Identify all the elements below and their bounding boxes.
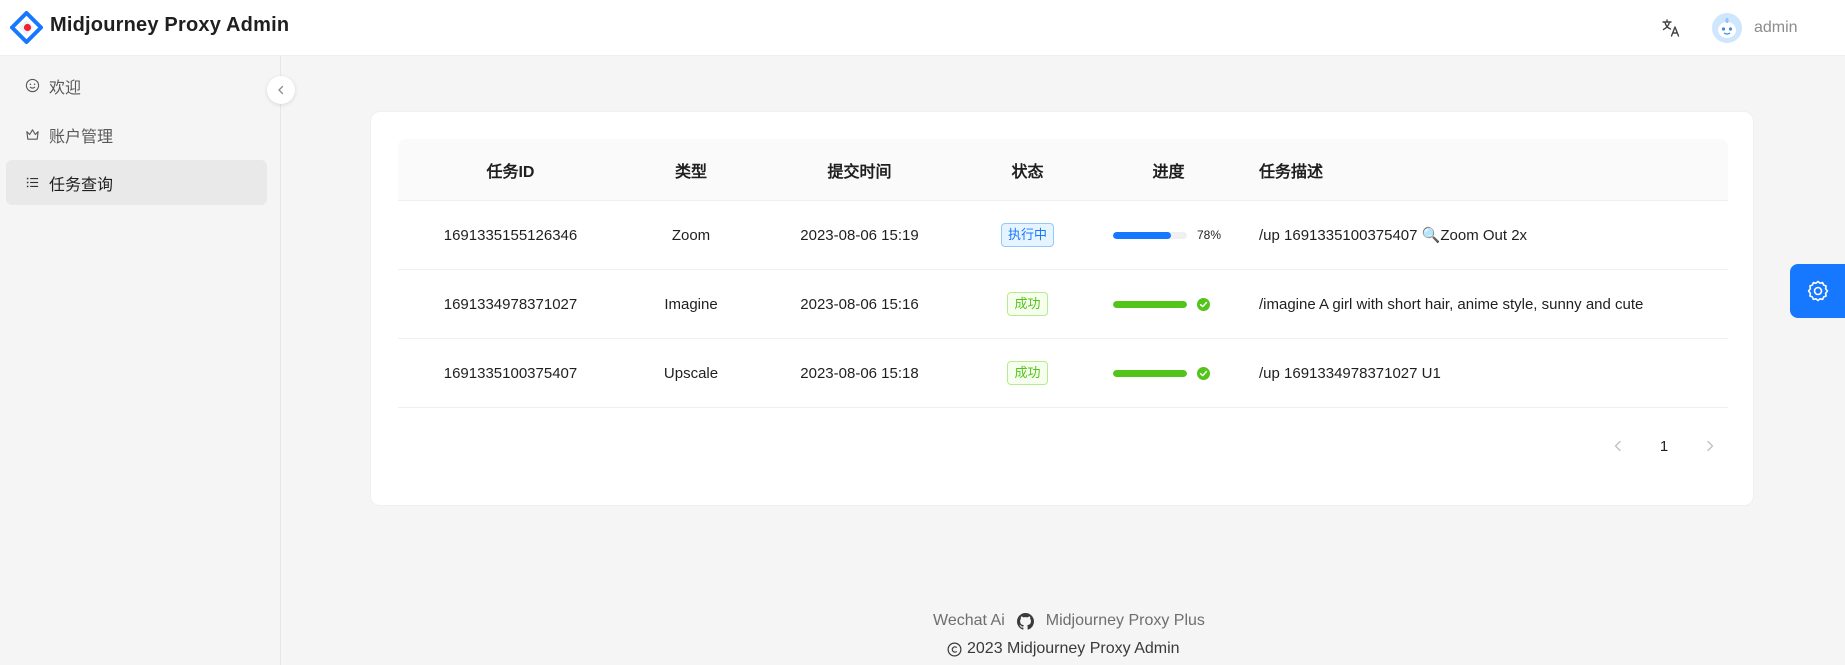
table-header: 任务ID 类型 提交时间 状态 进度 任务描述 — [398, 139, 1728, 201]
task-type: Upscale — [663, 364, 719, 382]
gear-icon — [1807, 280, 1828, 302]
footer-copyright: 2023 Midjourney Proxy Admin — [947, 640, 1180, 658]
task-table-card: 任务ID 类型 提交时间 状态 进度 任务描述 1691335155126346… — [370, 111, 1754, 506]
diamond-logo-icon[interactable] — [10, 11, 43, 44]
progress-cell — [1095, 366, 1242, 380]
sidebar-item-welcome[interactable]: 欢迎 — [6, 63, 267, 108]
list-icon — [24, 175, 40, 191]
status-badge: 成功 — [1007, 361, 1048, 385]
progress-bar — [1095, 366, 1242, 380]
column-header-type: 类型 — [674, 163, 707, 181]
next-page-button[interactable] — [1694, 430, 1726, 462]
chevron-left-icon — [1614, 440, 1621, 452]
sidebar-item-label: 欢迎 — [49, 79, 82, 97]
column-header-id: 任务ID — [486, 163, 535, 181]
sidebar-collapse-button[interactable] — [267, 76, 295, 104]
task-type: Zoom — [671, 226, 711, 244]
column-header-description: 任务描述 — [1259, 163, 1324, 181]
progress-fill — [1113, 231, 1171, 239]
status-cell: 成功 — [960, 361, 1095, 385]
status-badge: 成功 — [1007, 292, 1048, 316]
top-header: Midjourney Proxy Admin admin — [0, 0, 1845, 56]
sidebar: 欢迎 账户管理 任务查询 — [0, 56, 281, 665]
pagination: 1 — [1588, 430, 1726, 462]
chevron-left-icon — [278, 85, 284, 95]
status-badge: 执行中 — [1000, 223, 1054, 247]
table-row: 1691335100375407 Upscale 2023-08-06 15:1… — [398, 339, 1728, 408]
progress-fill — [1113, 369, 1187, 377]
sidebar-item-label: 账户管理 — [49, 128, 114, 146]
task-description: /imagine A girl with short hair, anime s… — [1259, 295, 1644, 313]
task-table: 任务ID 类型 提交时间 状态 进度 任务描述 1691335155126346… — [398, 139, 1728, 408]
task-type: Imagine — [664, 295, 718, 313]
page-number[interactable]: 1 — [1648, 430, 1680, 462]
column-header-progress: 进度 — [1152, 163, 1185, 181]
copyright-text: 2023 Midjourney Proxy Admin — [967, 640, 1180, 657]
check-circle-icon — [1197, 297, 1210, 311]
table-row: 1691335155126346 Zoom 2023-08-06 15:19 执… — [398, 201, 1728, 270]
bot-avatar-icon — [1712, 13, 1742, 43]
task-description: /up 1691334978371027 U1 — [1259, 364, 1441, 382]
app-title: Midjourney Proxy Admin — [50, 14, 290, 36]
sidebar-item-label: 任务查询 — [49, 176, 114, 194]
task-time: 2023-08-06 15:16 — [800, 295, 919, 313]
progress-track — [1113, 369, 1187, 377]
task-id: 1691334978371027 — [443, 295, 578, 313]
sidebar-item-accounts[interactable]: 账户管理 — [6, 112, 267, 157]
status-cell: 执行中 — [960, 223, 1095, 247]
sidebar-item-tasks[interactable]: 任务查询 — [6, 160, 267, 205]
avatar — [1712, 13, 1742, 43]
task-time: 2023-08-06 15:19 — [800, 226, 919, 244]
prev-page-button[interactable] — [1602, 430, 1634, 462]
username: admin — [1754, 19, 1798, 36]
progress-track — [1113, 231, 1187, 239]
footer-links: Wechat Ai Midjourney Proxy Plus — [933, 612, 1205, 630]
footer-link-github[interactable]: Midjourney Proxy Plus — [1046, 612, 1205, 630]
progress-bar — [1095, 297, 1242, 311]
check-circle-icon — [1197, 366, 1210, 380]
task-id: 1691335155126346 — [443, 226, 578, 244]
github-icon[interactable] — [1016, 612, 1034, 630]
copyright-icon — [947, 642, 962, 656]
column-header-status: 状态 — [1011, 163, 1044, 181]
progress-bar: 78% — [1095, 228, 1242, 242]
settings-float-button[interactable] — [1790, 264, 1845, 318]
smile-icon — [24, 78, 40, 94]
chevron-right-icon — [1707, 440, 1714, 452]
task-time: 2023-08-06 15:18 — [800, 364, 919, 382]
language-switch-button[interactable] — [1656, 14, 1686, 42]
progress-cell: 78% — [1095, 228, 1242, 242]
progress-cell — [1095, 297, 1242, 311]
task-id: 1691335100375407 — [443, 364, 578, 382]
status-cell: 成功 — [960, 292, 1095, 316]
task-description: /up 1691335100375407 🔍Zoom Out 2x — [1259, 227, 1528, 244]
progress-track — [1113, 300, 1187, 308]
translate-icon — [1662, 19, 1680, 37]
user-menu[interactable]: admin — [1712, 8, 1798, 48]
table-row: 1691334978371027 Imagine 2023-08-06 15:1… — [398, 270, 1728, 339]
progress-text: 78% — [1197, 228, 1222, 242]
progress-fill — [1113, 300, 1187, 308]
column-header-time: 提交时间 — [827, 163, 892, 181]
footer-link-wechat[interactable]: Wechat Ai — [933, 612, 1005, 630]
crown-icon — [24, 127, 40, 143]
